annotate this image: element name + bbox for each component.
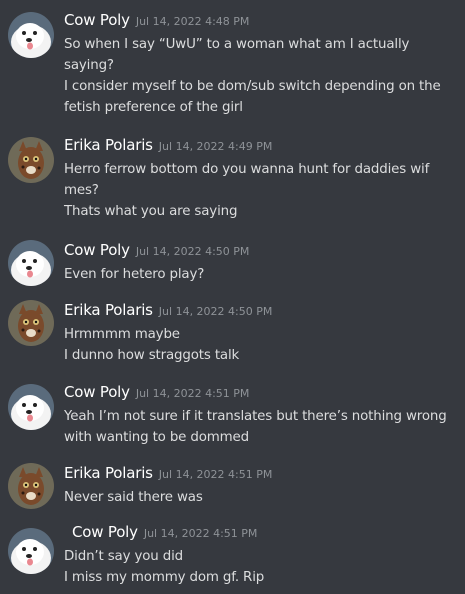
message-line: I dunno how straggots talk [64,348,240,363]
message-line: mes? [64,183,99,198]
message-line: with wanting to be dommed [64,430,249,445]
message-line: Yeah I’m not sure if it translates but t… [64,409,447,424]
author-name[interactable]: Cow Poly [64,11,130,29]
message-line: Hrmmmm maybe [64,327,180,342]
timestamp: Jul 14, 2022 4:51 PM [158,468,273,481]
message-line: I miss my mommy dom gf. Rip [64,570,265,585]
author-name[interactable]: Cow Poly [64,383,130,401]
message-line: Herro ferrow bottom do you wanna hunt fo… [64,162,430,177]
timestamp: Jul 14, 2022 4:50 PM [135,245,250,258]
message-line: saying? [64,58,114,73]
message-line: Even for hetero play? [64,267,205,282]
author-name[interactable]: Cow Poly [64,241,130,259]
author-name[interactable]: Erika Polaris [64,301,153,319]
timestamp: Jul 14, 2022 4:49 PM [158,140,273,153]
cat-portrait-avatar-icon[interactable] [8,137,54,183]
samoyed-dog-avatar-icon[interactable] [8,12,54,58]
author-name[interactable]: Erika Polaris [64,136,153,154]
message-line: Never said there was [64,490,203,505]
author-name[interactable]: Erika Polaris [64,464,153,482]
cat-portrait-avatar-icon[interactable] [8,300,54,346]
message-line: I consider myself to be dom/sub switch d… [64,79,441,94]
timestamp: Jul 14, 2022 4:48 PM [135,15,250,28]
author-name[interactable]: Cow Poly [72,523,138,541]
timestamp: Jul 14, 2022 4:51 PM [135,387,250,400]
message-line: fetish preference of the girl [64,100,243,115]
timestamp: Jul 14, 2022 4:51 PM [143,527,258,540]
cat-portrait-avatar-icon[interactable] [8,463,54,509]
message-line: Thats what you are saying [64,204,238,219]
samoyed-dog-avatar-icon[interactable] [8,240,54,286]
timestamp: Jul 14, 2022 4:50 PM [158,305,273,318]
samoyed-dog-avatar-icon[interactable] [8,528,54,574]
message-line: Didn’t say you did [64,549,184,564]
samoyed-dog-avatar-icon[interactable] [8,384,54,430]
chat-log: Cow Poly Jul 14, 2022 4:48 PM So when I s… [0,0,465,594]
message-line: So when I say “UwU” to a woman what am I… [64,37,410,52]
